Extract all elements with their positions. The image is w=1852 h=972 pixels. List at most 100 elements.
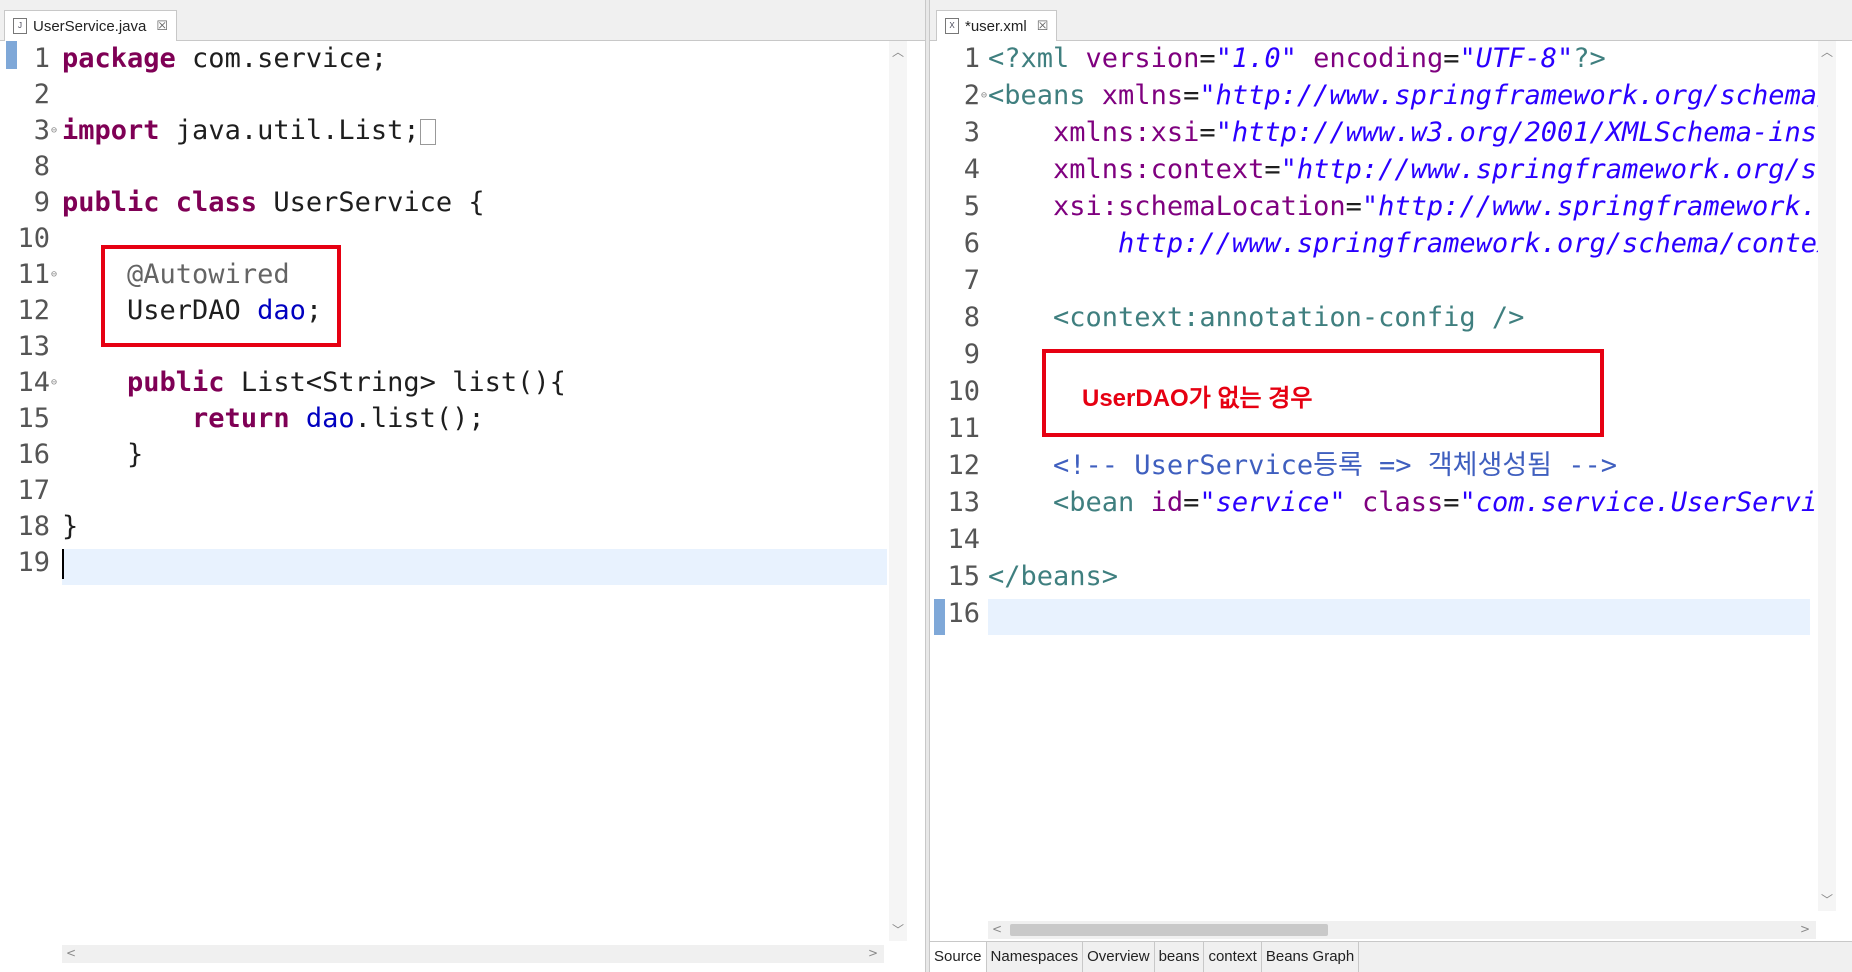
page-tab-context[interactable]: context	[1204, 942, 1262, 972]
token: }	[62, 511, 79, 542]
xml-code-editor[interactable]: 1 <?xml version="1.0" encoding="UTF-8"?> 2…	[930, 41, 1852, 972]
code-line[interactable]: 4 xmlns:context="http://www.springframew…	[930, 152, 1852, 188]
code-line[interactable]: 12 <!-- UserService등록 => 객체생성됨 -->	[930, 448, 1852, 484]
scroll-down-icon[interactable]: ﹀	[1821, 891, 1833, 908]
fold-toggle-icon[interactable]: ⊖	[51, 257, 57, 293]
line-number: 3	[963, 117, 980, 148]
page-tab-namespaces[interactable]: Namespaces	[987, 942, 1084, 972]
line-text: xmlns:context="http://www.springframewor…	[988, 152, 1833, 188]
page-tab-source[interactable]: Source	[930, 942, 987, 972]
token: "http://www.w3.org/2001/XMLSchema-inst	[1215, 117, 1834, 148]
scroll-left-icon[interactable]: <	[66, 946, 76, 960]
code-line[interactable]: 6 http://www.springframework.org/schema/…	[930, 226, 1852, 262]
code-line[interactable]: 3 ⊖ import java.util.List;	[0, 113, 925, 149]
scroll-left-icon[interactable]: <	[992, 922, 1002, 936]
line-number: 15	[17, 403, 50, 434]
line-number: 19	[17, 547, 50, 578]
line-number: 3	[33, 115, 50, 146]
line-number: 5	[963, 191, 980, 222]
page-tab-beans-graph[interactable]: Beans Graph	[1262, 942, 1360, 972]
horizontal-scrollbar[interactable]: < >	[62, 945, 884, 963]
line-number: 12	[17, 295, 50, 326]
collapsed-imports-icon[interactable]	[419, 118, 436, 145]
code-line[interactable]: 17	[0, 473, 925, 509]
code-line[interactable]: 8	[0, 149, 925, 185]
code-line[interactable]: 18}	[0, 509, 925, 545]
code-line[interactable]: 16	[930, 596, 1852, 632]
line-number: 2	[963, 80, 980, 111]
vertical-scrollbar[interactable]: ︿ ﹀	[1818, 41, 1836, 911]
fold-toggle-icon[interactable]: ⊖	[981, 78, 987, 114]
token: <!-- UserService등록 => 객체생성됨 -->	[1053, 450, 1618, 481]
scroll-thumb[interactable]	[1010, 924, 1328, 936]
code-line[interactable]: 2	[0, 77, 925, 113]
xml-editor-pane: X *user.xml ☒ 1 <?xml version="1.0" encod…	[929, 0, 1852, 972]
line-number: 16	[947, 598, 980, 629]
line-number: 11	[17, 259, 50, 290]
scroll-right-icon[interactable]: >	[1800, 922, 1810, 936]
scroll-right-icon[interactable]: >	[868, 946, 878, 960]
code-line[interactable]: 14	[930, 522, 1852, 558]
horizontal-scrollbar[interactable]: < >	[988, 921, 1816, 939]
tab-user-xml[interactable]: X *user.xml ☒	[936, 10, 1058, 41]
code-line[interactable]: 16 }	[0, 437, 925, 473]
token: =	[1443, 487, 1460, 518]
close-tab-icon[interactable]: ☒	[1037, 18, 1049, 34]
close-tab-icon[interactable]: ☒	[156, 18, 168, 34]
code-line[interactable]: 9 public class UserService {	[0, 185, 925, 221]
code-line[interactable]: 1 <?xml version="1.0" encoding="UTF-8"?>	[930, 41, 1852, 77]
code-line[interactable]: 5 xsi:schemaLocation="http://www.springf…	[930, 189, 1852, 225]
token: </beans>	[988, 561, 1119, 592]
scroll-up-icon[interactable]: ︿	[892, 43, 904, 60]
token: return	[192, 403, 290, 434]
line-text: <context:annotation-config />	[988, 300, 1524, 336]
page-tab-beans[interactable]: beans	[1155, 942, 1205, 972]
line-number: 9	[33, 187, 50, 218]
code-line[interactable]: 3 xmlns:xsi="http://www.w3.org/2001/XMLS…	[930, 115, 1852, 151]
line-number: 10	[17, 223, 50, 254]
missing-userdao-note: UserDAO가 없는 경우	[1082, 385, 1313, 412]
code-line[interactable]: 15 </beans>	[930, 559, 1852, 595]
token: "UTF-8"	[1459, 43, 1574, 74]
page-tab-overview[interactable]: Overview	[1083, 942, 1155, 972]
token: <context:annotation-config />	[1053, 302, 1525, 333]
token: UserService {	[257, 187, 485, 218]
tab-userservice-java[interactable]: J UserService.java ☒	[4, 10, 178, 41]
fold-toggle-icon[interactable]: ⊖	[51, 365, 57, 401]
code-line[interactable]: 7	[930, 263, 1852, 299]
vertical-scrollbar[interactable]: ︿ ﹀	[889, 41, 907, 941]
xml-editor-page-tabs: Source Namespaces Overview beans context Bean…	[930, 941, 1852, 972]
token: version	[1085, 43, 1200, 74]
java-editor-pane: J UserService.java ☒ 1 package com.servic…	[0, 0, 926, 972]
token: List<String> list(){	[224, 367, 566, 398]
autowired-highlight-box	[101, 245, 341, 347]
line-text: public class UserService {	[62, 185, 485, 221]
code-line[interactable]: 15 return dao.list();	[0, 401, 925, 437]
code-line[interactable]: 2 ⊖ <beans xmlns="http://www.springframewo…	[930, 78, 1852, 114]
line-number: 7	[963, 265, 980, 296]
line-number: 6	[963, 228, 980, 259]
token: =	[1264, 154, 1281, 185]
line-number: 13	[17, 331, 50, 362]
java-code-editor[interactable]: 1 package com.service; 2 3 ⊖ import java.util…	[0, 41, 925, 972]
code-line[interactable]: 8 <context:annotation-config />	[930, 300, 1852, 336]
code-line[interactable]: 1 package com.service;	[0, 41, 925, 77]
code-line[interactable]: 14 ⊖ public List<String> list(){	[0, 365, 925, 401]
line-number: 8	[963, 302, 980, 333]
code-line[interactable]: 19	[0, 545, 925, 581]
line-text: }	[62, 437, 143, 473]
scroll-up-icon[interactable]: ︿	[1821, 43, 1833, 60]
line-text	[62, 545, 64, 581]
code-line[interactable]: 13 <bean id="service" class="com.service…	[930, 485, 1852, 521]
line-text: }	[62, 509, 78, 545]
fold-toggle-icon[interactable]: ⊖	[51, 113, 57, 149]
token: java.util.List;	[159, 115, 420, 146]
token: <?xml	[988, 43, 1086, 74]
line-number: 16	[17, 439, 50, 470]
scroll-down-icon[interactable]: ﹀	[892, 921, 904, 938]
